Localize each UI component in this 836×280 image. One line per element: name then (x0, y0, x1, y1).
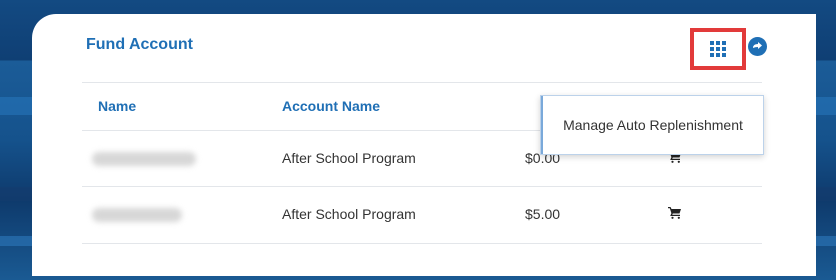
cart-icon[interactable] (668, 207, 682, 219)
row-account-name: After School Program (282, 150, 416, 166)
export-icon (753, 42, 762, 49)
grid-icon (710, 41, 726, 57)
redacted-name (92, 208, 182, 222)
column-header-account-name[interactable]: Account Name (282, 98, 380, 114)
row-account-name: After School Program (282, 206, 416, 222)
row-amount: $5.00 (525, 206, 561, 222)
card-title: Fund Account (86, 36, 193, 53)
actions-dropdown-menu: Manage Auto Replenishment (540, 95, 764, 155)
redacted-name (92, 152, 196, 166)
grid-menu-button[interactable] (690, 28, 746, 70)
divider (82, 82, 762, 83)
menu-item-manage-auto-replenishment[interactable]: Manage Auto Replenishment (541, 96, 763, 154)
divider (82, 186, 762, 187)
export-button[interactable] (748, 37, 767, 56)
divider (82, 243, 762, 244)
column-header-name[interactable]: Name (98, 98, 136, 114)
